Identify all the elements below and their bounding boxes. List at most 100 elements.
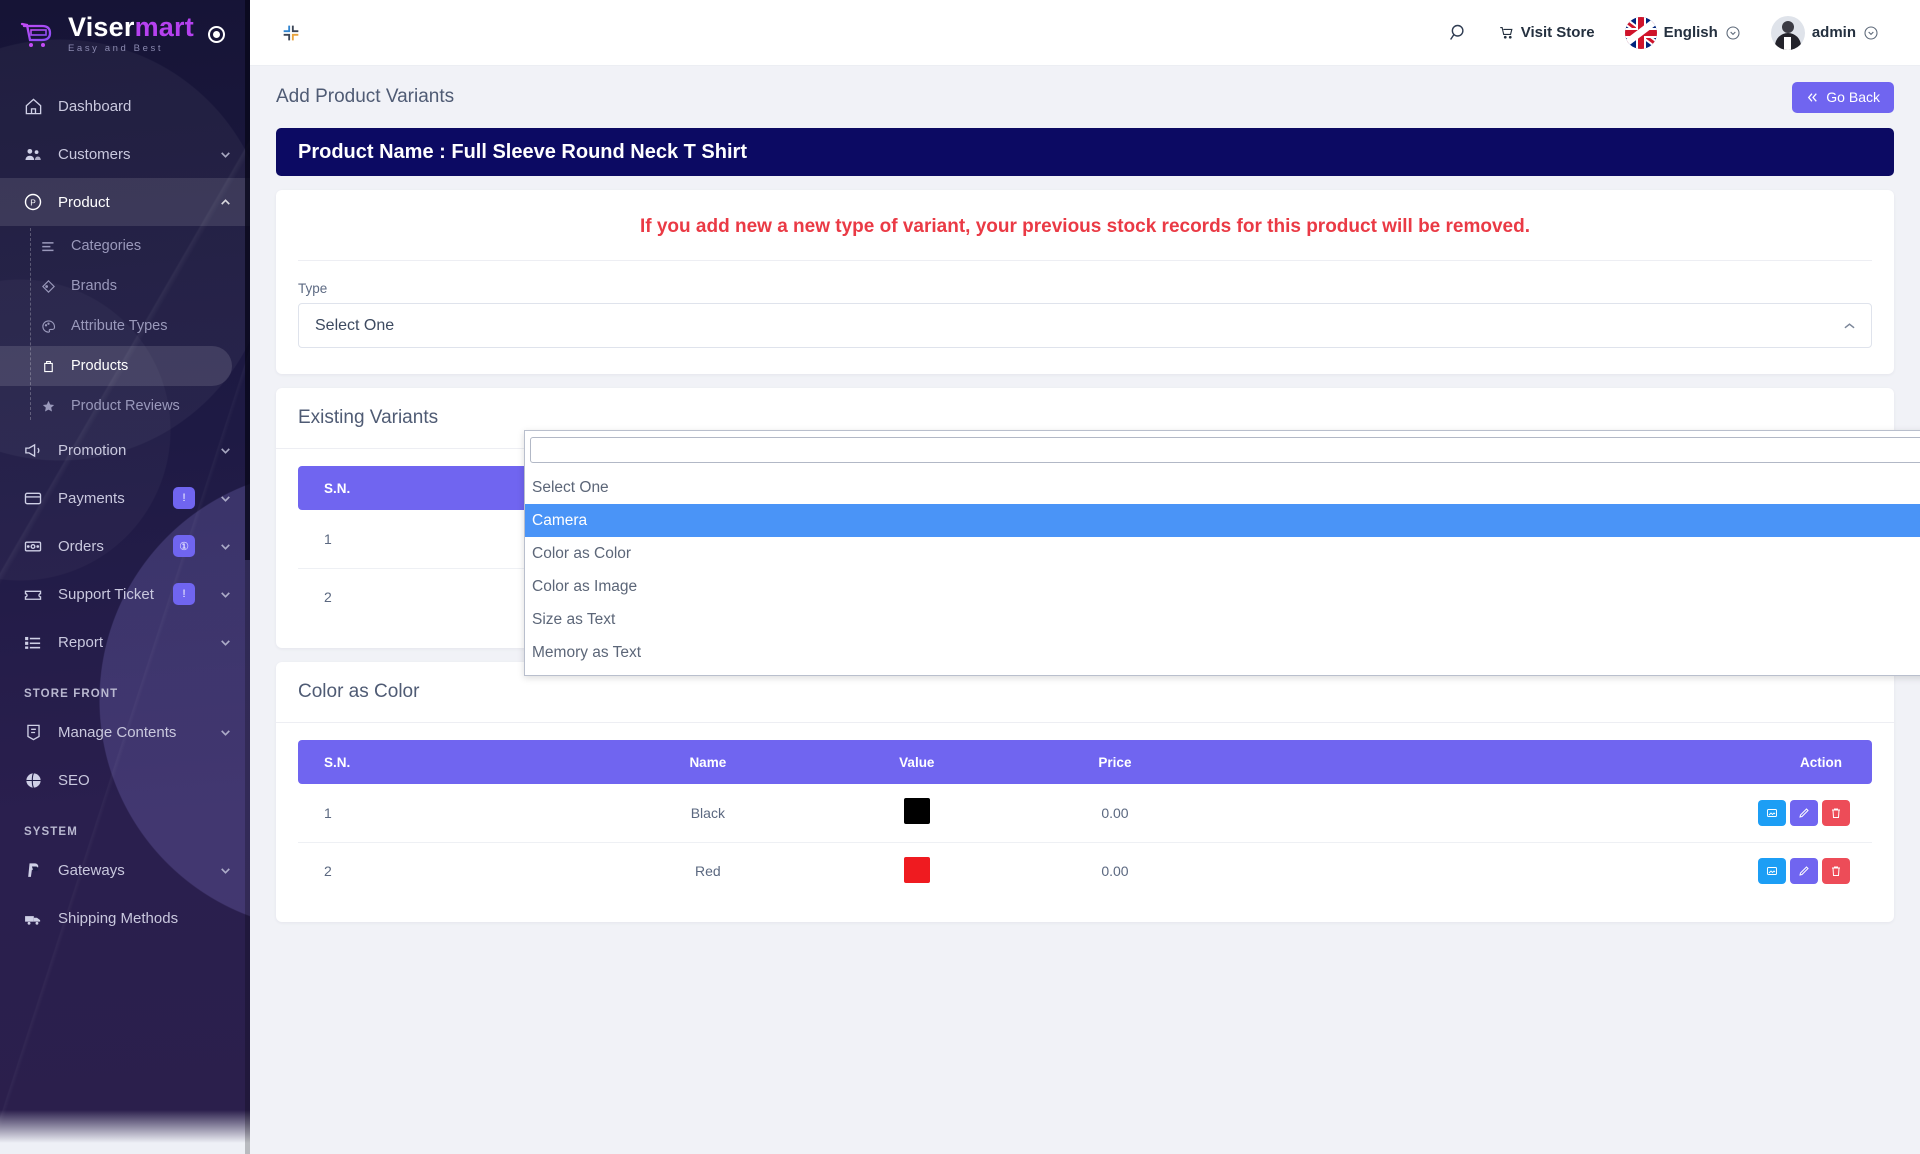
visit-store-link[interactable]: Visit Store: [1484, 24, 1610, 41]
color-swatch: [903, 798, 930, 825]
chevron-down-icon: [219, 864, 232, 877]
cell-price: 0.00: [1019, 784, 1211, 843]
cell-name: Black: [601, 784, 815, 843]
sidebar-label: Categories: [71, 238, 142, 254]
sidebar-label: Products: [71, 358, 129, 374]
chevron-down-icon: [1725, 25, 1741, 41]
sidebar-item-seo[interactable]: SEO: [0, 756, 250, 804]
status-badge: !: [173, 583, 195, 605]
sidebar-item-attribute-types[interactable]: Attribute Types: [0, 306, 250, 346]
delete-button[interactable]: [1822, 799, 1850, 826]
edit-button[interactable]: [1790, 858, 1818, 885]
cell-sn: 1: [298, 784, 602, 843]
chevron-down-icon: [219, 636, 232, 649]
avatar: [1770, 15, 1805, 50]
product-circle-icon: P: [22, 191, 44, 213]
language-selector[interactable]: English: [1610, 16, 1756, 49]
sidebar-nav: Dashboard Customers P Product Categories…: [0, 68, 250, 942]
brand-logo-area[interactable]: Visermart Easy and Best: [0, 0, 250, 68]
dropdown-option-camera[interactable]: Camera: [525, 504, 1920, 537]
sidebar-item-categories[interactable]: Categories: [0, 226, 250, 266]
image-button[interactable]: [1758, 799, 1786, 826]
type-form-zone: Type Select One: [276, 261, 1894, 374]
brand-name-part2: mart: [134, 12, 194, 43]
cell-name: Red: [694, 863, 721, 880]
sidebar-scrollbar[interactable]: [245, 0, 250, 1154]
chevron-down-icon: [219, 540, 232, 553]
sidebar-scrollbar-thumb[interactable]: [245, 0, 250, 560]
search-icon[interactable]: [1433, 22, 1484, 43]
sidebar-item-shipping-methods[interactable]: Shipping Methods: [0, 894, 250, 942]
dropdown-option-color-as-color[interactable]: Color as Color: [525, 537, 1920, 570]
svg-text:P: P: [30, 197, 36, 207]
sidebar-item-gateways[interactable]: Gateways: [0, 846, 250, 894]
sidebar-item-manage-contents[interactable]: Manage Contents: [0, 708, 250, 756]
dropdown-search-wrap: [525, 431, 1920, 468]
star-icon: [38, 396, 58, 416]
go-back-button[interactable]: Go Back: [1792, 81, 1894, 113]
sidebar-item-brands[interactable]: Brands: [0, 266, 250, 306]
delete-button[interactable]: [1822, 858, 1850, 885]
dropdown-option-size-as-text[interactable]: Size as Text: [525, 603, 1920, 636]
chevron-up-icon: [219, 196, 232, 209]
brand-name-part1: Viser: [68, 12, 135, 43]
users-icon: [22, 143, 44, 165]
chevron-down-icon: [219, 726, 232, 739]
type-dropdown[interactable]: Select One Camera Color as Color Color a…: [524, 430, 1920, 676]
sidebar-item-payments[interactable]: Payments !: [0, 474, 250, 522]
image-button[interactable]: [1758, 858, 1786, 885]
cell-value: [814, 784, 1020, 843]
sidebar-item-support-ticket[interactable]: Support Ticket !: [0, 570, 250, 618]
warning-area: If you add new a new type of variant, yo…: [276, 190, 1894, 261]
tag-icon: [38, 276, 58, 296]
sidebar-item-dashboard[interactable]: Dashboard: [0, 82, 250, 130]
sidebar-item-orders[interactable]: Orders ①: [0, 522, 250, 570]
sidebar-item-products[interactable]: Products: [0, 346, 232, 386]
double-chevron-left-icon: [1806, 91, 1819, 104]
collapse-icon[interactable]: [274, 16, 308, 50]
sidebar-caption-storefront: STORE FRONT: [24, 688, 119, 700]
row-actions: [1758, 799, 1850, 826]
col-action: Action: [1210, 740, 1872, 784]
dropdown-option-select-one[interactable]: Select One: [525, 471, 1920, 504]
sidebar-item-product[interactable]: P Product: [0, 178, 250, 226]
sidebar-label: Gateways: [58, 861, 125, 879]
col-sn: S.N.: [298, 740, 602, 784]
sidebar-label: Support Ticket: [58, 585, 154, 603]
type-label: Type: [298, 281, 328, 296]
sidebar-item-report[interactable]: Report: [0, 618, 250, 666]
sidebar-label: Customers: [58, 145, 131, 163]
box-icon: [38, 356, 58, 376]
main-area: Visit Store English admin Add Product Va…: [250, 0, 1920, 1154]
dropdown-search-input[interactable]: [530, 437, 1920, 463]
user-menu[interactable]: admin: [1756, 15, 1894, 50]
chevron-down-icon: [219, 148, 232, 161]
chevron-down-icon: [219, 492, 232, 505]
cell-sn: 2: [324, 863, 332, 880]
variant-form-panel: If you add new a new type of variant, yo…: [276, 190, 1894, 374]
col-name: Name: [601, 740, 815, 784]
user-label: admin: [1811, 24, 1856, 41]
sidebar-toggle-dot-icon[interactable]: [207, 25, 225, 43]
page-content: Add Product Variants Go Back Product Nam…: [250, 66, 1920, 1154]
sidebar-scroll-area[interactable]: Visermart Easy and Best Dashboard Custom…: [0, 0, 250, 1154]
cell-price: 0.00: [1101, 863, 1129, 880]
app-root: Visermart Easy and Best Dashboard Custom…: [0, 0, 1920, 1154]
sidebar-label: Report: [58, 633, 104, 651]
cash-icon: [22, 535, 44, 557]
sidebar-item-customers[interactable]: Customers: [0, 130, 250, 178]
col-value: Value: [814, 740, 1020, 784]
home-icon: [22, 95, 44, 117]
sidebar-item-product-reviews[interactable]: Product Reviews: [0, 386, 250, 426]
sidebar-item-promotion[interactable]: Promotion: [0, 426, 250, 474]
dropdown-option-color-as-image[interactable]: Color as Image: [525, 570, 1920, 603]
type-select-value: Select One: [315, 316, 395, 334]
table-row: 1 Black 0.00: [298, 784, 1872, 843]
edit-button[interactable]: [1790, 799, 1818, 826]
pages-icon: [22, 721, 44, 743]
visit-store-label: Visit Store: [1520, 24, 1595, 41]
dropdown-option-memory-as-text[interactable]: Memory as Text: [525, 636, 1920, 669]
page-title: Add Product Variants: [276, 86, 455, 107]
list-icon: [38, 236, 58, 256]
type-select[interactable]: Select One: [298, 303, 1872, 348]
